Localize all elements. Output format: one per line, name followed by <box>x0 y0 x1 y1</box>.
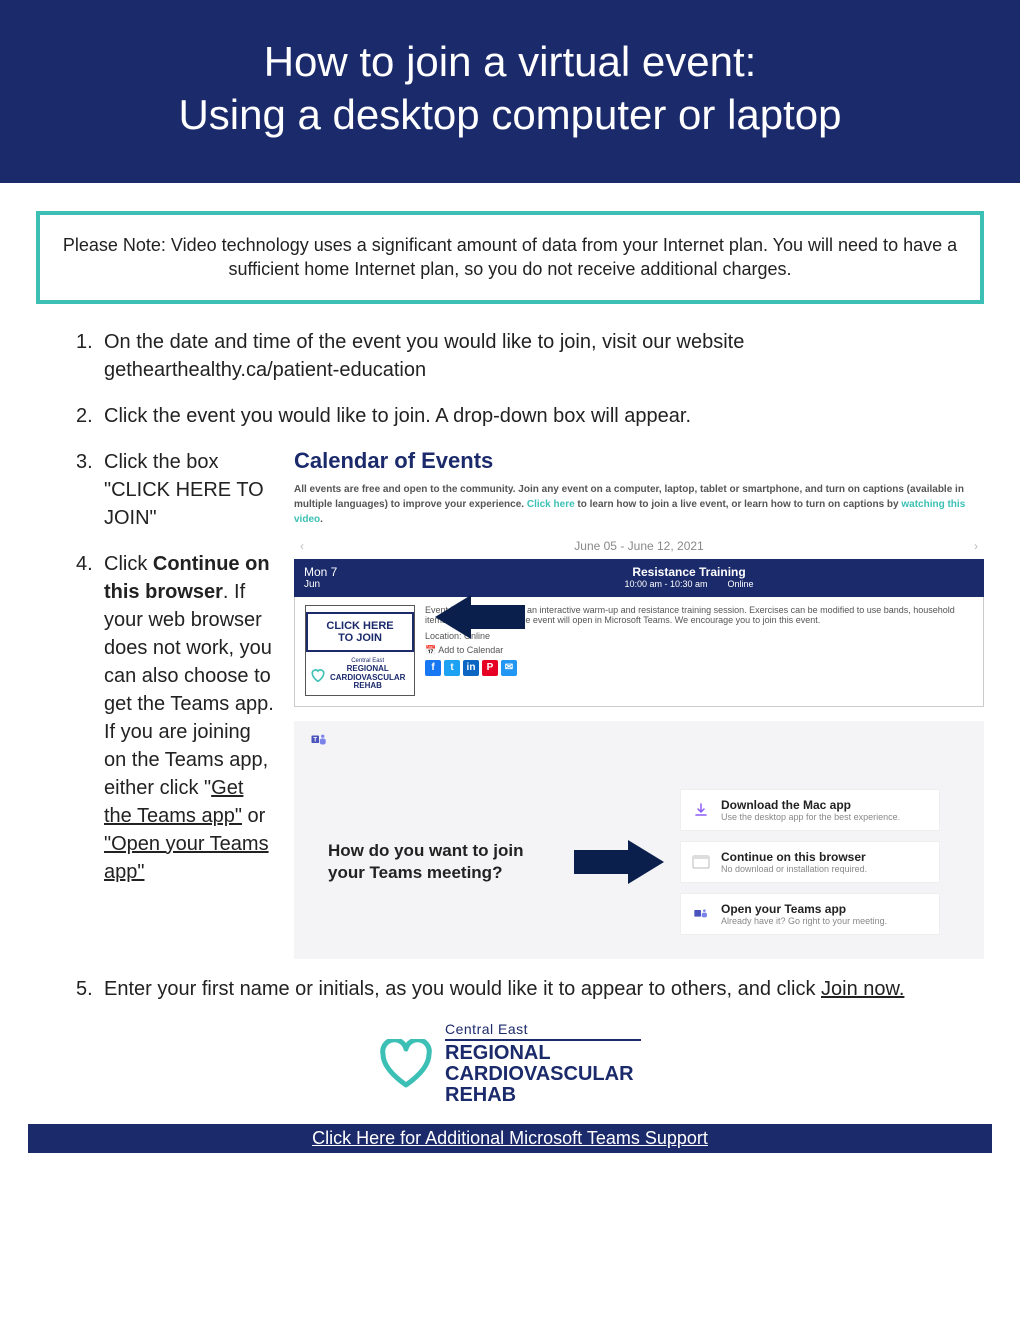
note-text: Please Note: Video technology uses a sig… <box>63 235 957 279</box>
title-line-1: How to join a virtual event: <box>264 38 757 85</box>
calendar-title: Calendar of Events <box>294 448 984 474</box>
screenshots-column: Calendar of Events All events are free a… <box>294 448 984 960</box>
click-here-to-join-button[interactable]: CLICK HERE TO JOIN <box>306 612 414 652</box>
calendar-nav: ‹ June 05 - June 12, 2021 › <box>294 537 984 559</box>
step-number: 2. <box>76 402 104 430</box>
step-text: Click the box "CLICK HERE TO JOIN" <box>104 448 276 532</box>
event-title: Resistance Training <box>404 565 974 579</box>
step-2: 2. Click the event you would like to joi… <box>76 402 984 430</box>
heart-icon <box>379 1039 433 1089</box>
step-number: 3. <box>76 448 104 532</box>
download-icon <box>691 800 711 820</box>
teams-question: How do you want to join your Teams meeti… <box>328 840 558 884</box>
event-mode: Online <box>728 579 754 589</box>
step-number: 4. <box>76 550 104 886</box>
steps-3-4-row: 3. Click the box "CLICK HERE TO JOIN" 4.… <box>36 448 984 960</box>
steps-list-cont: 5. Enter your first name or initials, as… <box>36 975 984 1003</box>
teams-options: Download the Mac appUse the desktop app … <box>680 789 940 935</box>
add-to-calendar-link[interactable]: 📅 Add to Calendar <box>425 645 973 656</box>
step-number: 5. <box>76 975 104 1003</box>
note-box: Please Note: Video technology uses a sig… <box>36 211 984 304</box>
step-text: Click the event you would like to join. … <box>104 402 984 430</box>
event-time: 10:00 am - 10:30 am <box>624 579 707 589</box>
step-number: 1. <box>76 328 104 384</box>
continue-browser-option[interactable]: Continue on this browserNo download or i… <box>680 841 940 883</box>
content: Please Note: Video technology uses a sig… <box>0 183 1020 1106</box>
teams-icon: T <box>310 731 328 749</box>
calendar-screenshot: Calendar of Events All events are free a… <box>294 448 984 708</box>
arrow-left-icon <box>435 595 525 639</box>
social-share: f t in P ✉ <box>425 660 973 676</box>
header-banner: How to join a virtual event: Using a des… <box>0 0 1020 183</box>
step-4: 4. Click Continue on this browser. If yo… <box>76 550 276 886</box>
step-5: 5. Enter your first name or initials, as… <box>76 975 984 1003</box>
join-panel: CLICK HERE TO JOIN Central East REGIONAL… <box>305 605 415 696</box>
event-body: CLICK HERE TO JOIN Central East REGIONAL… <box>294 597 984 707</box>
steps-list: 1. On the date and time of the event you… <box>36 328 984 430</box>
organization-logo: Central East REGIONAL CARDIOVASCULAR REH… <box>36 1021 984 1106</box>
facebook-icon[interactable]: f <box>425 660 441 676</box>
browser-icon <box>691 852 711 872</box>
page-title: How to join a virtual event: Using a des… <box>22 36 998 141</box>
email-icon[interactable]: ✉ <box>501 660 517 676</box>
pinterest-icon[interactable]: P <box>482 660 498 676</box>
event-header[interactable]: Mon 7 Jun Resistance Training 10:00 am -… <box>294 559 984 597</box>
calendar-description: All events are free and open to the comm… <box>294 482 984 527</box>
step-text: Click Continue on this browser. If your … <box>104 550 276 886</box>
step-1: 1. On the date and time of the event you… <box>76 328 984 384</box>
arrow-right-icon <box>574 840 664 884</box>
title-line-2: Using a desktop computer or laptop <box>178 91 841 138</box>
svg-text:T: T <box>313 738 317 744</box>
teams-small-icon <box>691 904 711 924</box>
download-mac-app-option[interactable]: Download the Mac appUse the desktop app … <box>680 789 940 831</box>
event-title-block: Resistance Training 10:00 am - 10:30 am … <box>404 565 974 591</box>
arrow-annotation <box>435 595 525 644</box>
linkedin-icon[interactable]: in <box>463 660 479 676</box>
teams-content-row: How do you want to join your Teams meeti… <box>310 789 968 935</box>
click-here-link[interactable]: Click here <box>527 499 575 510</box>
teams-screenshot: T How do you want to join your Teams mee… <box>294 721 984 959</box>
open-teams-app-option[interactable]: Open your Teams appAlready have it? Go r… <box>680 893 940 935</box>
organizer-logo: Central East REGIONAL CARDIOVASCULAR REH… <box>306 656 414 693</box>
next-week-button[interactable]: › <box>974 539 978 553</box>
heart-icon <box>310 668 326 682</box>
twitter-icon[interactable]: t <box>444 660 460 676</box>
steps-3-4-text: 3. Click the box "CLICK HERE TO JOIN" 4.… <box>76 448 276 904</box>
step-3: 3. Click the box "CLICK HERE TO JOIN" <box>76 448 276 532</box>
event-date: Mon 7 Jun <box>304 565 404 591</box>
footer-support-link[interactable]: Click Here for Additional Microsoft Team… <box>28 1124 992 1153</box>
step-text: On the date and time of the event you wo… <box>104 328 984 384</box>
date-range: June 05 - June 12, 2021 <box>574 539 703 553</box>
step-text: Enter your first name or initials, as yo… <box>104 975 984 1003</box>
logo-text: Central East REGIONAL CARDIOVASCULAR REH… <box>445 1021 641 1106</box>
prev-week-button[interactable]: ‹ <box>300 539 304 553</box>
